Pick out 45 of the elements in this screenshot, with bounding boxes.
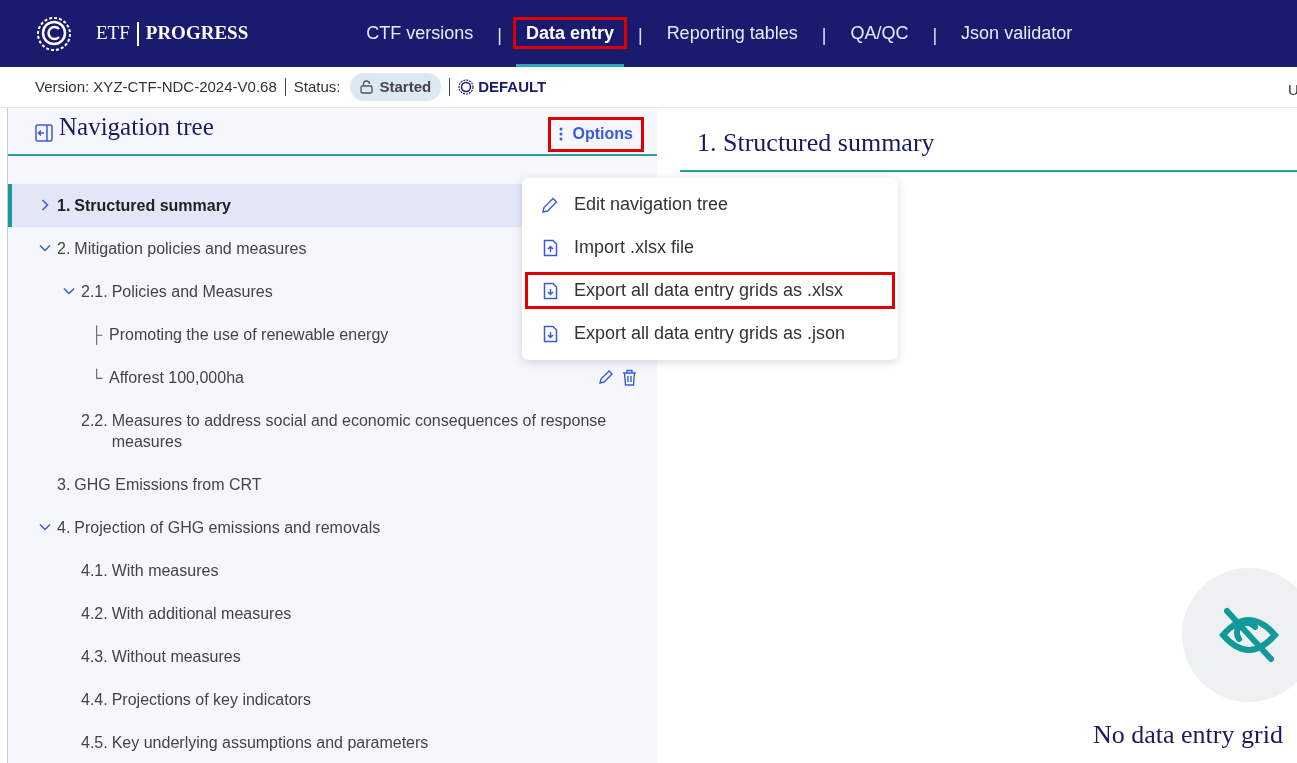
tree-item[interactable]: 4. Projection of GHG emissions and removals — [8, 505, 657, 549]
file-upload-icon — [542, 238, 558, 257]
collapse-panel-icon[interactable] — [35, 123, 53, 142]
brand-name: ETF — [96, 21, 130, 46]
pencil-icon — [541, 195, 559, 214]
user-text: U — [1288, 80, 1297, 100]
version-text: Version: XYZ-CTF-NDC-2024-V0.68 — [35, 76, 277, 97]
more-vertical-icon — [558, 127, 563, 141]
tree-item[interactable]: 2.2. Measures to address social and economic consequences of response measures — [8, 398, 657, 463]
file-download-icon — [542, 324, 558, 343]
tree-item[interactable]: 4.4. Projections of key indicators — [8, 677, 657, 721]
empty-message: No data entry grid — [1093, 719, 1283, 751]
content-title: 1. Structured summary — [697, 127, 935, 159]
nav-separator: | — [931, 24, 939, 47]
nav-separator: | — [496, 24, 503, 47]
nav-tab[interactable]: Reporting tables — [656, 0, 808, 67]
brand-name: PROGRESS — [145, 21, 249, 46]
status-label: Status: — [293, 76, 341, 97]
tree-item[interactable]: 4.2. With additional measures — [8, 591, 657, 635]
menu-item[interactable]: Export all data entry grids as .xlsx — [522, 269, 898, 312]
scope-text: DEFAULT — [478, 76, 547, 97]
chevron-down-icon[interactable] — [39, 521, 51, 533]
panel-title: Navigation tree — [59, 112, 214, 142]
menu-item[interactable]: Export all data entry grids as .json — [522, 312, 898, 355]
nav-tab[interactable]: QA/QC — [840, 0, 919, 67]
tree-item[interactable]: 3. GHG Emissions from CRT — [8, 462, 657, 506]
options-button[interactable]: Options — [550, 119, 641, 149]
nav-tab[interactable]: Json validator — [951, 0, 1083, 67]
chevron-down-icon[interactable] — [63, 285, 75, 297]
status-badge: Started — [350, 72, 442, 102]
lock-icon — [360, 80, 374, 94]
nav-separator: | — [636, 24, 644, 47]
chevron-right-icon[interactable] — [39, 199, 51, 211]
tree-item[interactable]: └ Afforest 100,000ha — [8, 355, 657, 399]
tree-item[interactable]: 4.3. Without measures — [8, 634, 657, 678]
tree-item[interactable]: 4.5. Key underlying assumptions and parameters — [8, 720, 657, 763]
menu-item[interactable]: Import .xlsx file — [522, 226, 898, 269]
trash-icon[interactable] — [622, 368, 637, 386]
nav-separator: | — [820, 24, 828, 47]
nav-tab[interactable]: CTF versions — [356, 0, 484, 67]
tree-item[interactable]: 4.1. With measures — [8, 548, 657, 592]
file-download-icon — [542, 281, 558, 300]
edit-icon[interactable] — [597, 368, 614, 386]
emblem-icon — [458, 79, 475, 95]
chevron-down-icon[interactable] — [39, 242, 51, 254]
